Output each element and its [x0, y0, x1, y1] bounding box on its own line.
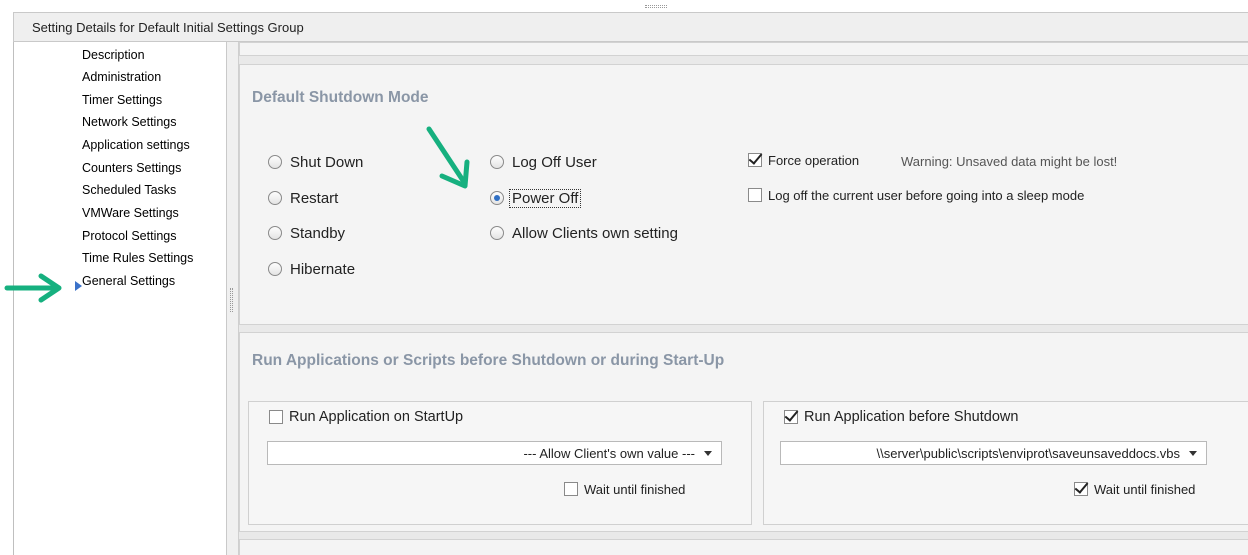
radio-power-off[interactable]: Power Off — [490, 188, 582, 208]
shutdown-wait-label: Wait until finished — [1094, 481, 1196, 497]
nav-item-timer-settings[interactable]: Timer Settings — [82, 93, 162, 108]
startup-app-value: --- Allow Client's own value --- — [523, 446, 695, 461]
force-operation-box[interactable] — [748, 153, 762, 167]
log-off-before-sleep-label: Log off the current user before going in… — [768, 187, 1085, 203]
radio-hibernate-circle[interactable] — [268, 262, 282, 276]
shutdown-app-group: Run Application before Shutdown \\server… — [763, 401, 1248, 525]
chevron-down-icon[interactable] — [1189, 451, 1197, 456]
power-off-arrow-icon — [426, 126, 470, 189]
run-on-startup-checkbox[interactable]: Run Application on StartUp — [269, 407, 463, 427]
radio-standby-label: Standby — [290, 224, 346, 242]
content-area: Default Shutdown Mode Shut Down Restart … — [238, 42, 1248, 555]
shutdown-wait-checkbox[interactable]: Wait until finished — [1074, 479, 1195, 499]
run-on-startup-box[interactable] — [269, 410, 283, 424]
startup-wait-box[interactable] — [564, 482, 578, 496]
force-operation-checkbox[interactable]: Force operation — [748, 150, 859, 170]
selected-pointer-icon — [75, 281, 82, 291]
nav-item-application-settings[interactable]: Application settings — [82, 138, 190, 153]
nav-item-description[interactable]: Description — [82, 48, 145, 63]
radio-power-off-label: Power Off — [508, 188, 582, 208]
radio-log-off-user-circle[interactable] — [490, 155, 504, 169]
run-before-shutdown-checkbox[interactable]: Run Application before Shutdown — [784, 407, 1018, 427]
nav-item-general-settings[interactable]: General Settings — [82, 274, 175, 289]
shutdown-mode-panel: Default Shutdown Mode Shut Down Restart … — [239, 64, 1248, 325]
radio-restart[interactable]: Restart — [268, 188, 338, 208]
shutdown-wait-box[interactable] — [1074, 482, 1088, 496]
chevron-down-icon[interactable] — [704, 451, 712, 456]
force-operation-label: Force operation — [768, 152, 860, 168]
startup-app-group: Run Application on StartUp --- Allow Cli… — [248, 401, 752, 525]
radio-shut-down-label: Shut Down — [290, 153, 364, 171]
radio-log-off-user[interactable]: Log Off User — [490, 152, 597, 172]
nav-item-counters-settings[interactable]: Counters Settings — [82, 161, 181, 176]
log-off-before-sleep-box[interactable] — [748, 188, 762, 202]
startup-wait-checkbox[interactable]: Wait until finished — [564, 479, 685, 499]
nav-item-protocol-settings[interactable]: Protocol Settings — [82, 229, 177, 244]
nav-arrow-icon — [4, 273, 62, 303]
nav-item-vmware-settings[interactable]: VMWare Settings — [82, 206, 179, 221]
radio-power-off-circle[interactable] — [490, 191, 504, 205]
bottom-panel-strip — [239, 539, 1248, 555]
run-before-shutdown-label: Run Application before Shutdown — [804, 409, 1019, 425]
shutdown-app-dropdown[interactable]: \\server\public\scripts\enviprot\saveuns… — [780, 441, 1207, 465]
log-off-before-sleep-checkbox[interactable]: Log off the current user before going in… — [748, 185, 1084, 205]
startup-wait-label: Wait until finished — [584, 481, 686, 497]
nav-item-time-rules-settings[interactable]: Time Rules Settings — [82, 251, 193, 266]
top-panel-strip — [239, 42, 1248, 56]
startup-app-dropdown[interactable]: --- Allow Client's own value --- — [267, 441, 722, 465]
radio-allow-clients-circle[interactable] — [490, 226, 504, 240]
radio-standby-circle[interactable] — [268, 226, 282, 240]
details-header: Setting Details for Default Initial Sett… — [13, 12, 1248, 42]
radio-restart-label: Restart — [290, 189, 339, 207]
nav-item-administration[interactable]: Administration — [82, 70, 161, 85]
run-applications-title: Run Applications or Scripts before Shutd… — [252, 352, 725, 369]
nav-item-scheduled-tasks[interactable]: Scheduled Tasks — [82, 183, 176, 198]
radio-log-off-user-label: Log Off User — [512, 153, 597, 171]
run-applications-panel: Run Applications or Scripts before Shutd… — [239, 332, 1248, 532]
radio-hibernate-label: Hibernate — [290, 260, 356, 278]
shutdown-app-value: \\server\public\scripts\enviprot\saveuns… — [876, 446, 1180, 461]
unsaved-data-warning: Warning: Unsaved data might be lost! — [901, 154, 1118, 169]
radio-allow-clients-label: Allow Clients own setting — [512, 224, 678, 242]
radio-shut-down[interactable]: Shut Down — [268, 152, 363, 172]
header-title: Setting Details for Default Initial Sett… — [32, 20, 304, 35]
splitter-grip[interactable] — [230, 288, 233, 312]
radio-restart-circle[interactable] — [268, 191, 282, 205]
radio-allow-clients-own-setting[interactable]: Allow Clients own setting — [490, 223, 678, 243]
top-resize-grip[interactable] — [645, 5, 667, 8]
run-on-startup-label: Run Application on StartUp — [289, 409, 464, 425]
radio-hibernate[interactable]: Hibernate — [268, 259, 355, 279]
radio-standby[interactable]: Standby — [268, 223, 345, 243]
shutdown-mode-title: Default Shutdown Mode — [252, 89, 429, 106]
run-before-shutdown-box[interactable] — [784, 410, 798, 424]
nav-item-network-settings[interactable]: Network Settings — [82, 115, 176, 130]
pane-splitter[interactable] — [227, 42, 238, 555]
settings-window: Setting Details for Default Initial Sett… — [0, 0, 1248, 555]
radio-shut-down-circle[interactable] — [268, 155, 282, 169]
